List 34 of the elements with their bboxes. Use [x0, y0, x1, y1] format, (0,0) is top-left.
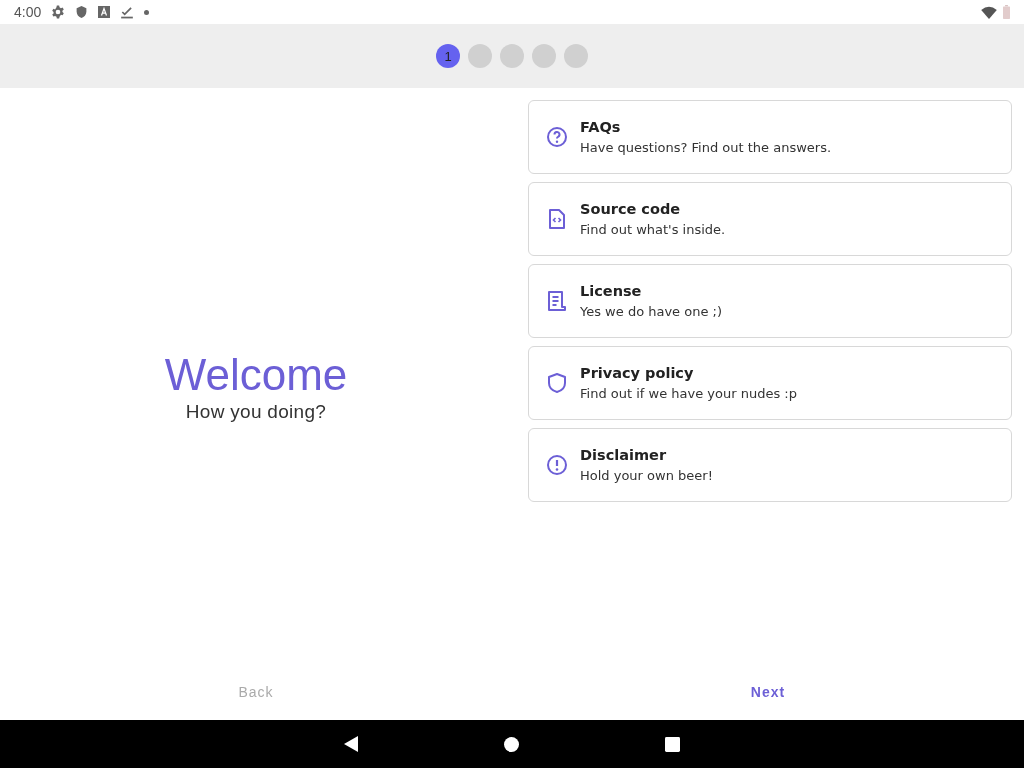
card-title: Source code: [580, 201, 682, 217]
next-button[interactable]: Next: [742, 680, 794, 704]
card-subtitle: Hold your own beer!: [580, 468, 713, 483]
battery-icon: [1003, 5, 1010, 19]
question-icon: [545, 125, 569, 149]
document-icon: [545, 289, 569, 313]
home-icon[interactable]: [504, 736, 519, 752]
info-card[interactable]: Source code Find out what's inside.: [528, 182, 1012, 256]
clock-time: 4:00: [14, 4, 42, 20]
gear-icon: [51, 5, 66, 19]
checkmark-icon: [120, 5, 135, 19]
info-card[interactable]: Disclaimer Hold your own beer!: [528, 428, 1012, 502]
card-title: Privacy policy: [580, 365, 695, 381]
recents-icon[interactable]: [665, 736, 680, 752]
card-title: License: [580, 283, 643, 299]
welcome-title: Welcome: [164, 349, 348, 401]
info-card[interactable]: FAQs Have questions? Find out the answers.: [528, 100, 1012, 174]
back-icon[interactable]: [344, 736, 358, 752]
step-indicator: 1: [436, 44, 460, 68]
welcome-subtitle: How you doing?: [185, 401, 327, 423]
card-subtitle: Find out if we have your nudes :p: [580, 386, 797, 401]
shield-icon: [545, 371, 569, 395]
card-subtitle: Find out what's inside.: [580, 222, 726, 237]
dot-icon: [144, 9, 150, 15]
info-card[interactable]: License Yes we do have one ;): [528, 264, 1012, 338]
info-card[interactable]: Privacy policy Find out if we have your nudes :p: [528, 346, 1012, 420]
font-box-icon: [98, 6, 111, 18]
exclamation-icon: [545, 453, 569, 477]
card-subtitle: Have questions? Find out the answers.: [580, 140, 832, 155]
card-title: Disclaimer: [580, 447, 668, 463]
card-subtitle: Yes we do have one ;): [580, 304, 723, 319]
card-title: FAQs: [580, 119, 622, 135]
wifi-icon: [981, 5, 997, 19]
shield-icon: [75, 5, 89, 19]
